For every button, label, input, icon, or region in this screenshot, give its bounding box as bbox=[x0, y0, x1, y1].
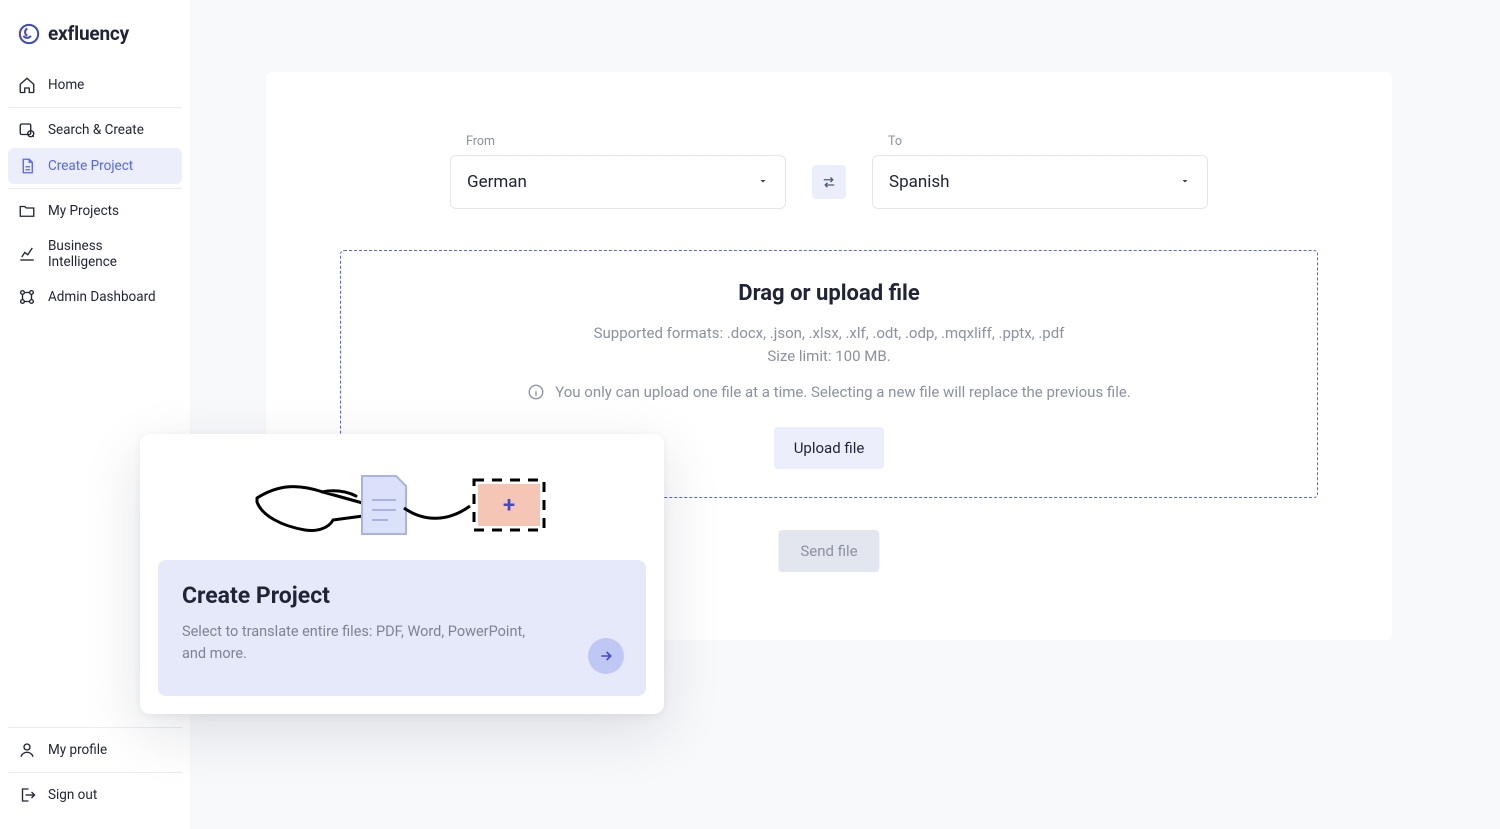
card-body: Create Project Select to translate entir… bbox=[158, 560, 646, 696]
network-icon bbox=[18, 288, 36, 306]
card-arrow-button[interactable] bbox=[588, 638, 624, 674]
from-language-value: German bbox=[467, 172, 527, 192]
sidebar-item-label: Search & Create bbox=[48, 122, 144, 138]
sidebar-item-label: Business Intelligence bbox=[48, 238, 172, 270]
sidebar-item-search-create[interactable]: Search & Create bbox=[8, 112, 182, 148]
document-icon bbox=[18, 157, 36, 175]
send-button-label: Send file bbox=[800, 542, 857, 560]
info-icon bbox=[527, 383, 545, 401]
card-illustration: + bbox=[140, 434, 664, 560]
sidebar-item-label: My Projects bbox=[48, 203, 119, 219]
sign-out-icon bbox=[18, 786, 36, 804]
sidebar-item-create-project[interactable]: Create Project bbox=[8, 148, 182, 184]
sidebar-item-label: Sign out bbox=[48, 787, 97, 803]
search-create-icon bbox=[18, 121, 36, 139]
dropzone-info-row: You only can upload one file at a time. … bbox=[527, 383, 1131, 401]
dropzone-title: Drag or upload file bbox=[738, 281, 919, 306]
language-row: From German To Spanish bbox=[266, 134, 1392, 209]
swap-icon bbox=[820, 173, 838, 191]
card-title: Create Project bbox=[182, 582, 622, 609]
hand-file-illustration: + bbox=[252, 462, 552, 548]
from-language-select[interactable]: German bbox=[450, 155, 786, 209]
to-language-field: To Spanish bbox=[872, 134, 1208, 209]
svg-text:+: + bbox=[503, 493, 515, 518]
create-project-card: + Create Project Select to translate ent… bbox=[140, 434, 664, 714]
to-language-select[interactable]: Spanish bbox=[872, 155, 1208, 209]
send-file-button[interactable]: Send file bbox=[778, 530, 879, 572]
sidebar-item-label: My profile bbox=[48, 742, 107, 758]
dropzone-formats: Supported formats: .docx, .json, .xlsx, … bbox=[594, 322, 1065, 345]
sidebar-item-sign-out[interactable]: Sign out bbox=[8, 777, 182, 813]
brand-logo: exfluency bbox=[8, 18, 182, 59]
card-description: Select to translate entire files: PDF, W… bbox=[182, 621, 542, 665]
to-language-value: Spanish bbox=[889, 172, 950, 192]
upload-file-button[interactable]: Upload file bbox=[774, 427, 885, 469]
sidebar-item-home[interactable]: Home bbox=[8, 67, 182, 103]
from-language-field: From German bbox=[450, 134, 786, 209]
brand-name: exfluency bbox=[48, 22, 129, 45]
folder-icon bbox=[18, 202, 36, 220]
sidebar-item-business-intelligence[interactable]: Business Intelligence bbox=[8, 229, 182, 279]
arrow-right-icon bbox=[598, 648, 614, 664]
chevron-down-icon bbox=[757, 172, 769, 192]
sidebar-item-admin-dashboard[interactable]: Admin Dashboard bbox=[8, 279, 182, 315]
chart-icon bbox=[18, 245, 36, 263]
sidebar-item-my-projects[interactable]: My Projects bbox=[8, 193, 182, 229]
to-label: To bbox=[872, 134, 1208, 149]
home-icon bbox=[18, 76, 36, 94]
dropzone-info-text: You only can upload one file at a time. … bbox=[555, 383, 1131, 401]
sidebar-item-label: Admin Dashboard bbox=[48, 289, 156, 305]
from-label: From bbox=[450, 134, 786, 149]
user-icon bbox=[18, 741, 36, 759]
sidebar-item-my-profile[interactable]: My profile bbox=[8, 732, 182, 768]
sidebar-item-label: Create Project bbox=[48, 158, 133, 174]
chevron-down-icon bbox=[1179, 172, 1191, 192]
swap-languages-button[interactable] bbox=[812, 165, 846, 199]
dropzone-size-limit: Size limit: 100 MB. bbox=[767, 345, 890, 368]
sidebar-item-label: Home bbox=[48, 77, 84, 93]
brand-icon bbox=[18, 23, 40, 45]
upload-button-label: Upload file bbox=[794, 439, 865, 457]
